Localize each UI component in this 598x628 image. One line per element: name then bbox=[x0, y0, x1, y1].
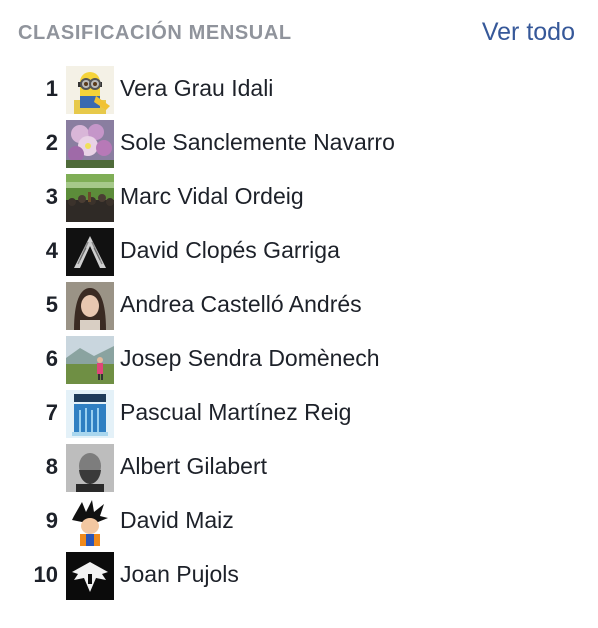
panel-title: CLASIFICACIÓN MENSUAL bbox=[18, 22, 292, 44]
leaderboard-row: 9 David Maiz bbox=[0, 494, 598, 548]
leaderboard-list: 1 Vera Grau Idali 2 Sole Sanclemente Nav… bbox=[0, 62, 598, 602]
leaderboard-row: 3 Marc Vidal Ordeig bbox=[0, 170, 598, 224]
rank-number: 9 bbox=[45, 508, 58, 533]
member-name[interactable]: Josep Sendra Domènech bbox=[120, 345, 380, 372]
blue-poster-avatar[interactable] bbox=[66, 390, 114, 438]
see-all-link[interactable]: Ver todo bbox=[482, 18, 575, 47]
member-name[interactable]: Sole Sanclemente Navarro bbox=[120, 129, 395, 156]
leaderboard-row: 10 Joan Pujols bbox=[0, 548, 598, 602]
member-name[interactable]: Marc Vidal Ordeig bbox=[120, 183, 304, 210]
rank-number: 10 bbox=[33, 562, 58, 587]
member-name[interactable]: Andrea Castelló Andrés bbox=[120, 291, 362, 318]
landscape-person-avatar[interactable] bbox=[66, 336, 114, 384]
stadium-crowd-avatar[interactable] bbox=[66, 174, 114, 222]
rank-number: 2 bbox=[45, 130, 58, 155]
leaderboard-row: 8 Albert Gilabert bbox=[0, 440, 598, 494]
member-name[interactable]: Joan Pujols bbox=[120, 561, 239, 588]
rank-number: 8 bbox=[45, 454, 58, 479]
rank-number: 7 bbox=[45, 400, 58, 425]
eagle-emblem-avatar[interactable] bbox=[66, 552, 114, 600]
leaderboard-row: 1 Vera Grau Idali bbox=[0, 62, 598, 116]
rank-number: 4 bbox=[45, 238, 58, 263]
member-name[interactable]: Pascual Martínez Reig bbox=[120, 399, 351, 426]
monthly-leaderboard-panel: CLASIFICACIÓN MENSUAL Ver todo 1 Vera Gr… bbox=[0, 0, 598, 628]
member-name[interactable]: David Maiz bbox=[120, 507, 234, 534]
panel-header: CLASIFICACIÓN MENSUAL Ver todo bbox=[18, 18, 578, 50]
leaderboard-row: 2 Sole Sanclemente Navarro bbox=[0, 116, 598, 170]
cartoon-character-avatar[interactable] bbox=[66, 498, 114, 546]
rank-number: 5 bbox=[45, 292, 58, 317]
man-bw-portrait-avatar[interactable] bbox=[66, 444, 114, 492]
leaderboard-row: 6 Josep Sendra Domènech bbox=[0, 332, 598, 386]
member-name[interactable]: David Clopés Garriga bbox=[120, 237, 340, 264]
member-name[interactable]: Albert Gilabert bbox=[120, 453, 267, 480]
minion-avatar[interactable] bbox=[66, 66, 114, 114]
member-name[interactable]: Vera Grau Idali bbox=[120, 75, 273, 102]
leaderboard-row: 7 Pascual Martínez Reig bbox=[0, 386, 598, 440]
wings-avatar[interactable] bbox=[66, 228, 114, 276]
rank-number: 3 bbox=[45, 184, 58, 209]
flowers-avatar[interactable] bbox=[66, 120, 114, 168]
leaderboard-row: 5 Andrea Castelló Andrés bbox=[0, 278, 598, 332]
rank-number: 6 bbox=[45, 346, 58, 371]
leaderboard-row: 4 David Clopés Garriga bbox=[0, 224, 598, 278]
rank-number: 1 bbox=[45, 76, 58, 101]
woman-portrait-avatar[interactable] bbox=[66, 282, 114, 330]
